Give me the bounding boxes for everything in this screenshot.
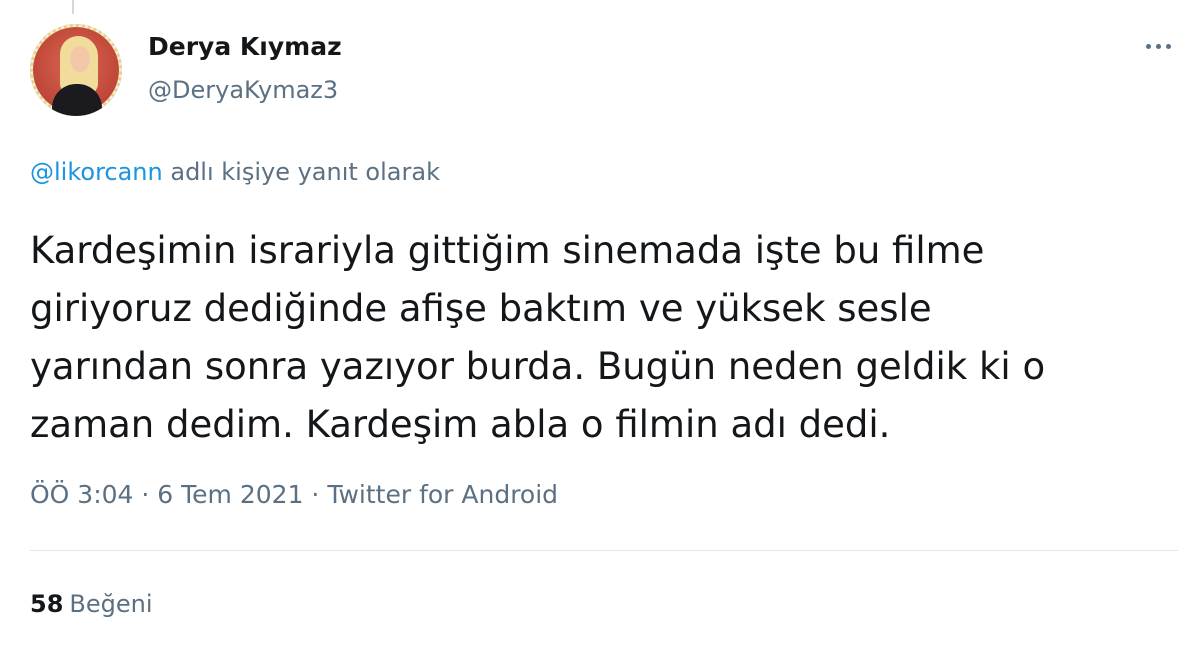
avatar[interactable] — [30, 24, 122, 116]
tweet-source-link[interactable]: Twitter for Android — [327, 480, 558, 509]
tweet-text-line: giriyoruz dediğinde afişe baktım ve yüks… — [30, 287, 932, 330]
tweet-text: Kardeşimin israriyla gittiğim sinemada i… — [30, 222, 1170, 454]
more-horizontal-icon-dot — [1165, 43, 1171, 49]
meta-separator: · — [303, 480, 328, 509]
tweet-time-link[interactable]: ÖÖ 3:04 — [30, 480, 133, 509]
tweet-text-line: yarından sonra yazıyor burda. Bugün nede… — [30, 345, 1046, 388]
tweet-meta: ÖÖ 3:04 · 6 Tem 2021 · Twitter for Andro… — [30, 480, 558, 509]
divider — [30, 550, 1178, 551]
avatar-face — [70, 46, 90, 72]
meta-separator: · — [133, 480, 158, 509]
user-handle[interactable]: @DeryaKymaz3 — [148, 76, 338, 104]
more-options-button[interactable] — [1138, 32, 1178, 60]
more-horizontal-icon-dot — [1155, 43, 1161, 49]
tweet-date-link[interactable]: 6 Tem 2021 — [157, 480, 303, 509]
reply-context-text: adlı kişiye yanıt olarak — [162, 158, 440, 186]
tweet-text-line: zaman dedim. Kardeşim abla o filmin adı … — [30, 403, 891, 446]
reply-mention-link[interactable]: @likorcann — [30, 158, 163, 186]
likes-label: Beğeni — [69, 590, 153, 618]
tweet-card: Derya Kıymaz @DeryaKymaz3 @likorcann adl… — [0, 0, 1200, 646]
display-name[interactable]: Derya Kıymaz — [148, 32, 342, 61]
more-horizontal-icon — [1145, 43, 1151, 49]
likes-stat[interactable]: 58 Beğeni — [30, 590, 153, 618]
tweet-text-line: Kardeşimin israriyla gittiğim sinemada i… — [30, 229, 985, 272]
reply-context: @likorcann adlı kişiye yanıt olarak — [30, 158, 440, 186]
likes-count: 58 — [30, 590, 64, 618]
thread-connector-line — [72, 0, 74, 14]
